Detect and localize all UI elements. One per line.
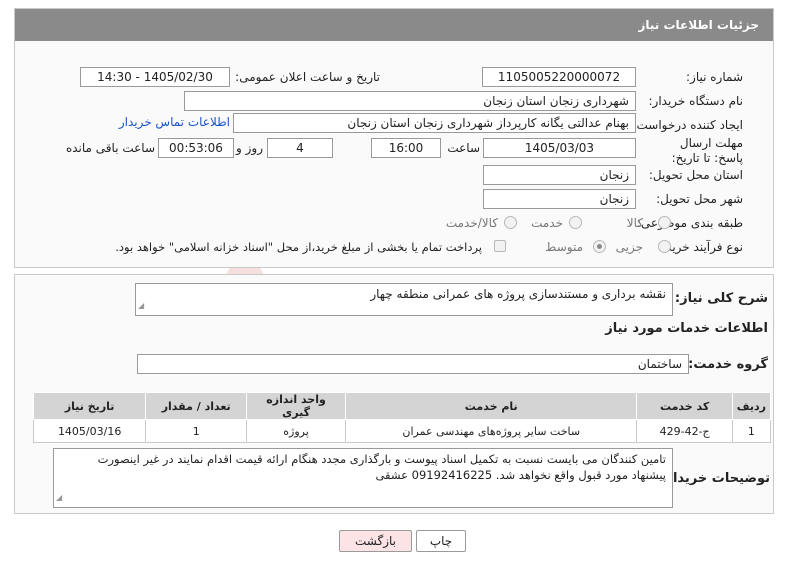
payment-note: پرداخت تمام یا بخشی از مبلغ خرید،از محل … <box>115 240 482 254</box>
days-label: روز و <box>236 141 263 155</box>
process-medium-radio[interactable] <box>593 240 606 253</box>
treasury-payment-checkbox[interactable] <box>494 240 506 252</box>
city-field: زنجان <box>483 189 636 209</box>
buyer-org-label: نام دستگاه خریدار: <box>648 94 744 108</box>
announce-label: تاریخ و ساعت اعلان عمومی: <box>235 70 380 84</box>
buyer-notes-label: توضیحات خریدار: <box>660 471 770 486</box>
process-minor-radio[interactable] <box>658 240 671 253</box>
summary-text: نقشه برداری و مستندسازی پروژه های عمرانی… <box>370 287 666 301</box>
category-label: طبقه بندی موضوعی: <box>636 216 743 230</box>
buyer-notes-line-1: تامین کنندگان می بایست نسبت به تکمیل اسن… <box>97 452 666 466</box>
remaining-time-field: 00:53:06 <box>158 138 234 158</box>
category-goods-radio[interactable] <box>658 216 671 229</box>
back-button[interactable]: بازگشت <box>339 530 412 552</box>
buyer-notes-textarea: تامین کنندگان می بایست نسبت به تکمیل اسن… <box>53 448 673 508</box>
col-row: ردیف <box>731 392 772 420</box>
col-name: نام خدمت <box>344 392 638 420</box>
services-section-title: اطلاعات خدمات مورد نیاز <box>605 321 768 336</box>
process-minor-label: جزیی <box>615 240 643 254</box>
remaining-label: ساعت باقی مانده <box>65 141 155 155</box>
cell-code: ج-42-429 <box>636 419 733 443</box>
summary-label: شرح کلی نیاز: <box>674 291 768 306</box>
deadline-label: مهلت ارسال پاسخ: تا تاریخ: <box>653 136 743 166</box>
category-goods-label: کالا <box>626 216 643 230</box>
col-qty: تعداد / مقدار <box>145 392 248 420</box>
need-number-field: 1105005220000072 <box>482 67 636 87</box>
print-button[interactable]: چاپ <box>416 530 466 552</box>
need-number-label: شماره نیاز: <box>686 70 743 84</box>
process-medium-label: متوسط <box>545 240 583 254</box>
resize-grip-icon: ◢ <box>138 301 145 310</box>
time-label: ساعت <box>447 141 480 155</box>
cell-name: ساخت سایر پروژه‌های مهندسی عمران <box>344 419 638 443</box>
deadline-label-text: مهلت ارسال پاسخ: تا تاریخ: <box>671 136 743 165</box>
service-group-label: گروه خدمت: <box>688 357 768 372</box>
province-field: زنجان <box>483 165 636 185</box>
buyer-notes-line-2: پیشنهاد مورد قبول واقع نخواهد شد. 091924… <box>375 468 666 482</box>
panel-title: جزئیات اطلاعات نیاز <box>638 18 759 32</box>
col-date: تاریخ نیاز <box>32 392 147 420</box>
category-both-radio[interactable] <box>504 216 517 229</box>
deadline-time-field: 16:00 <box>371 138 441 158</box>
province-label: استان محل تحویل: <box>648 168 743 182</box>
col-code: کد خدمت <box>636 392 733 420</box>
category-both-label: کالا/خدمت <box>445 216 498 230</box>
city-label: شهر محل تحویل: <box>656 192 743 206</box>
col-unit: واحد اندازه گیری <box>246 392 346 420</box>
buyer-org-field: شهرداری زنجان استان زنجان <box>184 91 636 111</box>
resize-grip-icon: ◢ <box>56 493 63 502</box>
cell-unit: پروژه <box>246 419 346 443</box>
days-field: 4 <box>267 138 333 158</box>
services-table: ردیف کد خدمت نام خدمت واحد اندازه گیری ت… <box>32 392 772 443</box>
deadline-date-field: 1405/03/03 <box>483 138 636 158</box>
summary-textarea: نقشه برداری و مستندسازی پروژه های عمرانی… <box>135 283 673 316</box>
table-row: 1 ج-42-429 ساخت سایر پروژه‌های مهندسی عم… <box>32 419 772 443</box>
announce-field: 1405/02/30 - 14:30 <box>80 67 230 87</box>
buyer-contact-link[interactable]: اطلاعات تماس خریدار <box>119 115 230 129</box>
cell-date: 1405/03/16 <box>32 419 147 443</box>
panel-header: جزئیات اطلاعات نیاز <box>15 9 773 41</box>
creator-label: ایجاد کننده درخواست: <box>632 118 743 132</box>
services-table-wrap: ردیف کد خدمت نام خدمت واحد اندازه گیری ت… <box>32 392 772 443</box>
cell-qty: 1 <box>145 419 248 443</box>
table-header-row: ردیف کد خدمت نام خدمت واحد اندازه گیری ت… <box>32 392 772 420</box>
service-group-field: ساختمان <box>137 354 689 374</box>
cell-row: 1 <box>731 419 772 443</box>
category-service-label: خدمت <box>531 216 563 230</box>
creator-field: بهنام عدالتی یگانه کارپرداز شهرداری زنجا… <box>233 113 636 133</box>
category-service-radio[interactable] <box>569 216 582 229</box>
